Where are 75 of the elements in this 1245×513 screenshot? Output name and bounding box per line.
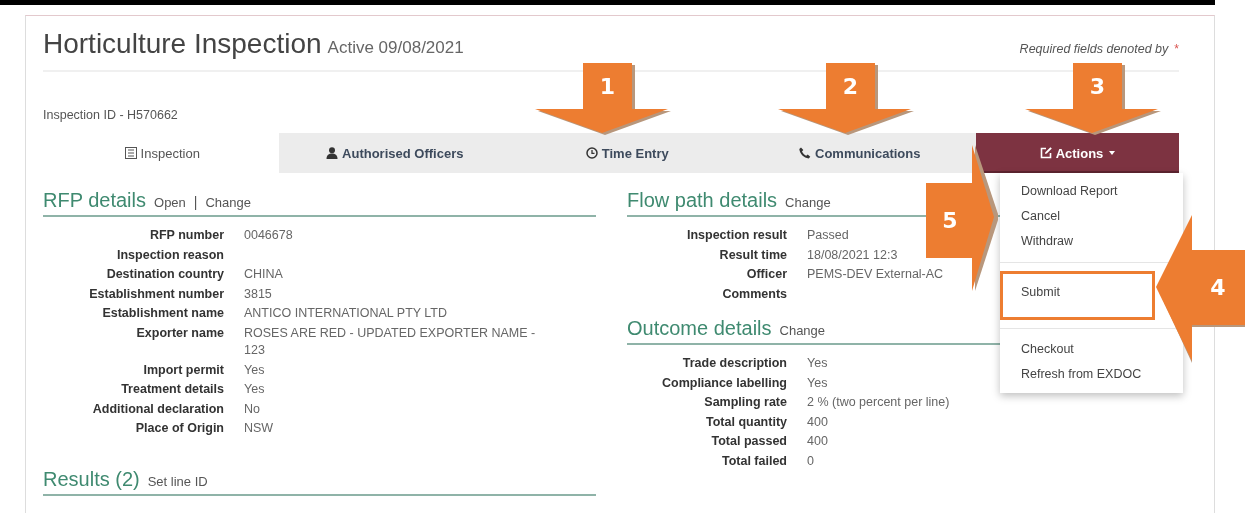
menu-item[interactable]: Cancel — [1000, 204, 1078, 229]
section-link[interactable]: Change — [205, 195, 251, 210]
inspection-id: Inspection ID - H570662 — [43, 108, 179, 122]
section-title: Results (2) — [43, 467, 140, 491]
field-value: Yes — [807, 374, 828, 392]
section-link[interactable]: Change — [779, 323, 826, 338]
callout-number: 3 — [1089, 76, 1106, 98]
field-label: Establishment name — [101, 305, 224, 322]
field-label: Total failed — [720, 452, 787, 470]
field-label: Comments — [721, 285, 787, 303]
field-value: 0046678 — [244, 227, 293, 244]
menu-item[interactable]: Checkout — [1000, 337, 1092, 362]
field-label: Inspection result — [685, 227, 787, 244]
field-value: ANTICO INTERNATIONAL PTY LTD — [244, 305, 448, 322]
field-label: Inspection reason — [116, 246, 224, 264]
field-value: No — [244, 400, 260, 418]
field-label: Destination country — [105, 266, 224, 283]
caret-icon — [1109, 151, 1116, 155]
tab[interactable]: Time Entry — [511, 133, 744, 173]
field-value: Yes — [244, 381, 265, 398]
field-value: 400 — [807, 413, 828, 431]
section-title: Outcome details — [627, 317, 772, 340]
status-text: Active 09/08/2021 — [327, 38, 464, 58]
field-value: PEMS-DEV External-AC — [807, 266, 944, 283]
phone-icon — [799, 147, 811, 159]
field-value: 0 — [807, 452, 814, 470]
field-label: Exporter name — [135, 324, 224, 342]
separator: | — [193, 194, 198, 210]
callout-number: 4 — [1210, 276, 1226, 299]
menu-item[interactable]: Submit — [1000, 271, 1155, 320]
field-value: CHINA — [244, 266, 283, 283]
clock-icon — [585, 147, 598, 159]
field-label: Sampling rate — [703, 394, 787, 411]
tab[interactable]: Communications — [743, 133, 976, 173]
section-title: Flow path details — [627, 189, 778, 212]
callout-number: 5 — [942, 209, 958, 232]
field-label: Compliance labelling — [660, 374, 787, 392]
document-icon — [124, 147, 137, 159]
field-label: Result time — [718, 246, 787, 264]
field-value: NSW — [244, 420, 274, 437]
edit-icon — [1039, 147, 1052, 159]
field-label: Trade description — [681, 355, 787, 372]
field-value: 400 — [807, 433, 828, 450]
section-link[interactable]: Set line ID — [147, 473, 208, 489]
field-label: Import permit — [142, 361, 224, 379]
person-icon — [326, 147, 339, 159]
field-value: 2 % (two percent per line) — [807, 394, 950, 411]
field-label: Place of Origin — [134, 420, 224, 437]
field-value: Yes — [244, 361, 265, 379]
menu-item[interactable]: Withdraw — [1000, 229, 1092, 254]
field-label: Officer — [745, 266, 787, 283]
actions-dropdown-button[interactable]: Actions — [976, 133, 1179, 173]
field-value: ROSES ARE RED - UPDATED EXPORTER NAME - 123 — [244, 324, 537, 359]
field-label: Treatment details — [120, 381, 224, 398]
field-label: Additional declaration — [91, 400, 224, 418]
field-label: Establishment number — [88, 285, 224, 303]
tab[interactable]: Authorised Officers — [278, 133, 511, 173]
menu-item[interactable]: Download Report — [1000, 179, 1136, 204]
required-mark: * — [1174, 42, 1179, 56]
field-value: Passed — [807, 227, 849, 244]
field-label: Total quantity — [705, 413, 787, 431]
field-value: 3815 — [244, 285, 272, 303]
field-value: Yes — [807, 355, 828, 372]
callout-number: 2 — [842, 76, 859, 98]
field-value: 18/08/2021 12:3 — [807, 246, 898, 264]
section-link[interactable]: Open — [154, 195, 186, 210]
section-title: RFP details — [43, 189, 146, 212]
field-label: RFP number — [148, 227, 224, 244]
callout-number: 1 — [599, 76, 616, 98]
section-link[interactable]: Change — [785, 195, 831, 210]
field-label: Total passed — [710, 433, 787, 450]
menu-item[interactable]: Refresh from EXDOC — [1000, 362, 1160, 387]
required-fields-note: Required fields denoted by — [1019, 42, 1169, 56]
tab[interactable]: Inspection — [46, 133, 279, 173]
page-title: Horticulture Inspection — [43, 28, 322, 60]
